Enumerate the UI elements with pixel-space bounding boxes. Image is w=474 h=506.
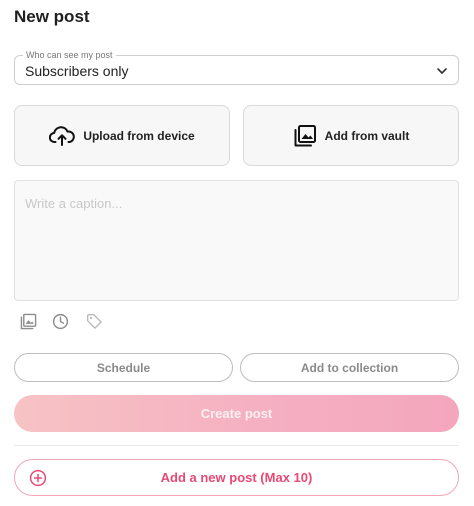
visibility-select[interactable]: Who can see my post Subscribers only: [14, 49, 459, 85]
divider: [14, 445, 459, 446]
caption-input[interactable]: [15, 181, 458, 300]
gallery-icon[interactable]: [19, 312, 37, 330]
cloud-upload-icon: [49, 125, 76, 146]
add-new-post-label: Add a new post (Max 10): [160, 470, 313, 485]
clock-icon[interactable]: [51, 312, 69, 330]
visibility-legend: Who can see my post: [23, 49, 116, 61]
page-title: New post: [14, 7, 90, 26]
add-new-post-button[interactable]: Add a new post (Max 10): [14, 459, 459, 496]
tag-icon[interactable]: [85, 312, 103, 330]
upload-from-device-label: Upload from device: [83, 128, 195, 143]
add-from-vault-label: Add from vault: [324, 128, 410, 143]
image-gallery-icon: [294, 124, 316, 146]
visibility-value: Subscribers only: [25, 63, 129, 79]
add-to-collection-button[interactable]: Add to collection: [240, 353, 459, 382]
chevron-down-icon: [437, 68, 447, 74]
plus-circle-icon: [29, 469, 47, 487]
add-from-vault-button[interactable]: Add from vault: [243, 105, 459, 166]
schedule-button[interactable]: Schedule: [14, 353, 233, 382]
caption-field-wrapper: [14, 180, 459, 301]
upload-from-device-button[interactable]: Upload from device: [14, 105, 230, 166]
create-post-button[interactable]: Create post: [14, 395, 459, 432]
